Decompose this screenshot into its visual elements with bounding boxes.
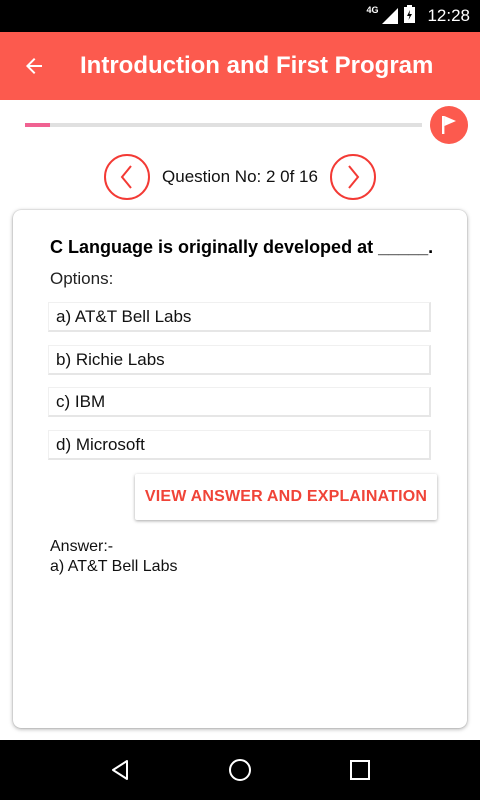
previous-question-button[interactable] (104, 154, 151, 200)
status-bar: 4G 12:28 (0, 0, 480, 32)
network-type: 4G (366, 5, 379, 15)
answer-text: a) AT&T Bell Labs (50, 558, 178, 575)
nav-recents-button[interactable] (340, 750, 380, 790)
next-question-button[interactable] (329, 154, 376, 200)
signal-icon (382, 8, 399, 24)
answer-title: Answer:- (50, 538, 114, 555)
question-progress-bar (25, 123, 422, 127)
question-card: C Language is originally developed at __… (13, 210, 467, 728)
nav-back-button[interactable] (100, 750, 140, 790)
clock: 12:28 (427, 6, 470, 25)
question-text: C Language is originally developed at __… (50, 237, 434, 257)
flag-icon (442, 116, 456, 134)
arrow-left-icon (26, 58, 42, 74)
triangle-back-icon (112, 760, 128, 780)
question-number: Question No: 2 0f 16 (162, 167, 318, 186)
back-button[interactable] (0, 32, 68, 100)
flag-button[interactable] (430, 106, 468, 144)
square-recents-icon (350, 760, 370, 780)
circle-home-icon (229, 759, 251, 781)
app-bar: Introduction and First Program (0, 32, 480, 100)
option-c[interactable]: c) IBM (48, 387, 431, 417)
chevron-right-icon (348, 165, 360, 189)
options-label: Options: (50, 269, 114, 288)
system-nav-bar (0, 740, 480, 800)
question-navigation: Question No: 2 0f 16 (0, 152, 480, 202)
progress-fill (25, 123, 50, 127)
nav-home-button[interactable] (220, 750, 260, 790)
view-answer-button[interactable]: VIEW ANSWER AND EXPLAINATION (135, 474, 437, 520)
chevron-left-icon (120, 165, 132, 189)
option-a[interactable]: a) AT&T Bell Labs (48, 302, 431, 332)
option-b[interactable]: b) Richie Labs (48, 345, 431, 375)
page-title: Introduction and First Program (80, 52, 434, 79)
option-d[interactable]: d) Microsoft (48, 430, 431, 460)
battery-icon (404, 4, 416, 28)
